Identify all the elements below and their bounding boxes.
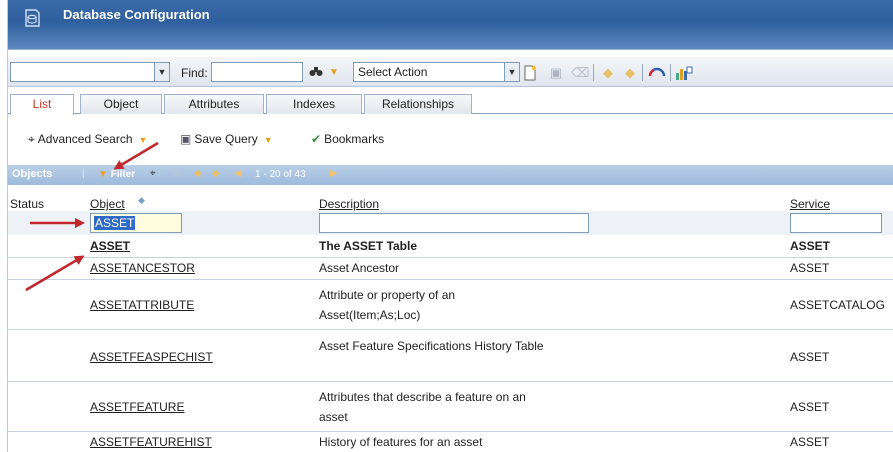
table-row[interactable]: ASSETATTRIBUTE Attribute or property of … xyxy=(8,280,893,330)
checkmark-icon: ✔ xyxy=(311,132,322,146)
object-filter-value: ASSET xyxy=(94,216,136,230)
tab-attributes[interactable]: Attributes xyxy=(164,94,264,114)
tab-indexes[interactable]: Indexes xyxy=(266,94,362,114)
object-filter-input[interactable]: ASSET xyxy=(90,213,182,233)
find-label: Find: xyxy=(181,66,208,80)
advanced-search-button[interactable]: ⌖ Advanced Search ▼ xyxy=(28,132,147,147)
description-cell: Attributes that describe a feature on an… xyxy=(319,390,526,424)
binoculars-icon[interactable]: ⌖ xyxy=(150,168,156,179)
toolbar-separator xyxy=(670,64,671,81)
column-header-object[interactable]: Object xyxy=(90,197,125,211)
previous-page-icon[interactable]: ◆ xyxy=(212,168,220,179)
chevron-down-icon[interactable]: ▼ xyxy=(139,135,148,145)
binoculars-icon: ⌖ xyxy=(28,132,35,146)
tab-object[interactable]: Object xyxy=(80,94,162,114)
save-icon[interactable]: ▣ xyxy=(548,65,564,81)
filter-caret-icon: ▼ xyxy=(98,169,108,180)
service-cell: ASSETCATALOG xyxy=(790,298,885,312)
select-action-dropdown[interactable]: Select Action xyxy=(353,62,505,82)
toolbar: ▼ Find: ▼ Select Action ▼ ▣ ⌫ ◆ ◆ xyxy=(8,57,893,87)
toolbar-separator xyxy=(593,64,594,81)
table-row[interactable]: ASSETFEASPECHIST Asset Feature Specifica… xyxy=(8,330,893,382)
object-link[interactable]: ASSETANCESTOR xyxy=(90,261,195,275)
app-select-dropdown-button[interactable]: ▼ xyxy=(154,62,170,82)
column-header-service[interactable]: Service xyxy=(790,197,830,211)
service-cell: ASSET xyxy=(790,350,830,364)
column-header-status: Status xyxy=(10,197,45,211)
clear-icon[interactable]: ⌫ xyxy=(571,65,589,81)
column-header-description[interactable]: Description xyxy=(319,197,379,211)
table-row[interactable]: ASSETANCESTOR Asset Ancestor ASSET xyxy=(8,258,893,280)
service-cell: ASSET xyxy=(790,261,830,275)
first-page-icon[interactable]: ◆ xyxy=(194,168,202,179)
chevron-down-icon[interactable]: ▼ xyxy=(264,135,273,145)
clear-filter-icon[interactable]: ◌ xyxy=(173,168,179,179)
description-cell: History of features for an asset xyxy=(319,435,483,449)
object-link[interactable]: ASSET xyxy=(90,239,130,253)
object-link[interactable]: ASSETATTRIBUTE xyxy=(90,298,194,312)
service-cell: ASSET xyxy=(790,400,830,414)
next-arrow-icon[interactable]: ▶ xyxy=(330,168,338,179)
description-cell: Asset Feature Specifications History Tab… xyxy=(319,339,544,353)
tab-strip: List Object Attributes Indexes Relations… xyxy=(8,92,893,115)
table-row[interactable]: ASSET The ASSET Table ASSET xyxy=(8,236,893,258)
find-input[interactable] xyxy=(211,62,303,82)
disk-icon: ▣ xyxy=(180,132,192,146)
window-title: Database Configuration xyxy=(63,7,210,22)
save-query-button[interactable]: ▣ Save Query ▼ xyxy=(180,132,273,146)
description-filter-input[interactable] xyxy=(319,213,589,233)
description-cell: The ASSET Table xyxy=(319,239,418,253)
binoculars-icon[interactable] xyxy=(308,65,324,81)
toolbar-separator xyxy=(642,64,643,81)
description-cell: Attribute or property of an Asset(Item;A… xyxy=(319,288,456,322)
select-action-dropdown-button[interactable]: ▼ xyxy=(504,62,520,82)
service-filter-input[interactable] xyxy=(790,213,882,233)
previous-arrow-icon[interactable]: ◀ xyxy=(234,168,242,179)
previous-record-icon[interactable]: ◆ xyxy=(600,65,616,81)
new-record-icon[interactable] xyxy=(522,65,538,81)
tab-list[interactable]: List xyxy=(10,94,74,115)
database-config-icon xyxy=(25,9,40,27)
service-cell: ASSET xyxy=(790,239,831,253)
advanced-search-label: Advanced Search xyxy=(37,132,133,146)
object-header-label: Object xyxy=(90,197,125,211)
reports-icon[interactable] xyxy=(675,65,693,81)
description-cell: Asset Ancestor xyxy=(319,261,400,275)
toolbar-separator-icon: | xyxy=(82,168,85,179)
menu-chevron-icon[interactable]: ▼ xyxy=(326,65,342,81)
bookmarks-button[interactable]: ✔ Bookmarks xyxy=(311,132,384,146)
table-row[interactable]: ASSETFEATUREHIST History of features for… xyxy=(8,432,893,452)
tab-relationships[interactable]: Relationships xyxy=(364,94,472,114)
save-query-label: Save Query xyxy=(194,132,258,146)
start-center-icon[interactable] xyxy=(648,65,666,81)
object-link[interactable]: ASSETFEATUREHIST xyxy=(90,435,212,449)
object-link[interactable]: ASSETFEATURE xyxy=(90,400,184,414)
table-row[interactable]: ASSETFEATURE Attributes that describe a … xyxy=(8,382,893,432)
objects-table-bar: Objects | ▼ Filter ⌖ ◌ ◆ ◆ ◀ 1 - 20 of 4… xyxy=(8,165,893,185)
title-bar: Database Configuration xyxy=(8,0,893,50)
object-link[interactable]: ASSETFEASPECHIST xyxy=(90,350,213,364)
app-select[interactable] xyxy=(10,62,155,82)
filter-label: Filter xyxy=(110,169,136,180)
bookmarks-label: Bookmarks xyxy=(324,132,385,146)
record-count: 1 - 20 of 43 xyxy=(255,169,306,180)
service-cell: ASSET xyxy=(790,435,830,449)
list-actions: ⌖ Advanced Search ▼ ▣ Save Query ▼ ✔ Bookmark… xyxy=(8,127,893,149)
filter-toggle[interactable]: ▼ Filter xyxy=(98,169,135,180)
next-record-icon[interactable]: ◆ xyxy=(622,65,638,81)
objects-title: Objects xyxy=(12,168,53,180)
sort-icon[interactable]: ◆ xyxy=(138,195,145,206)
